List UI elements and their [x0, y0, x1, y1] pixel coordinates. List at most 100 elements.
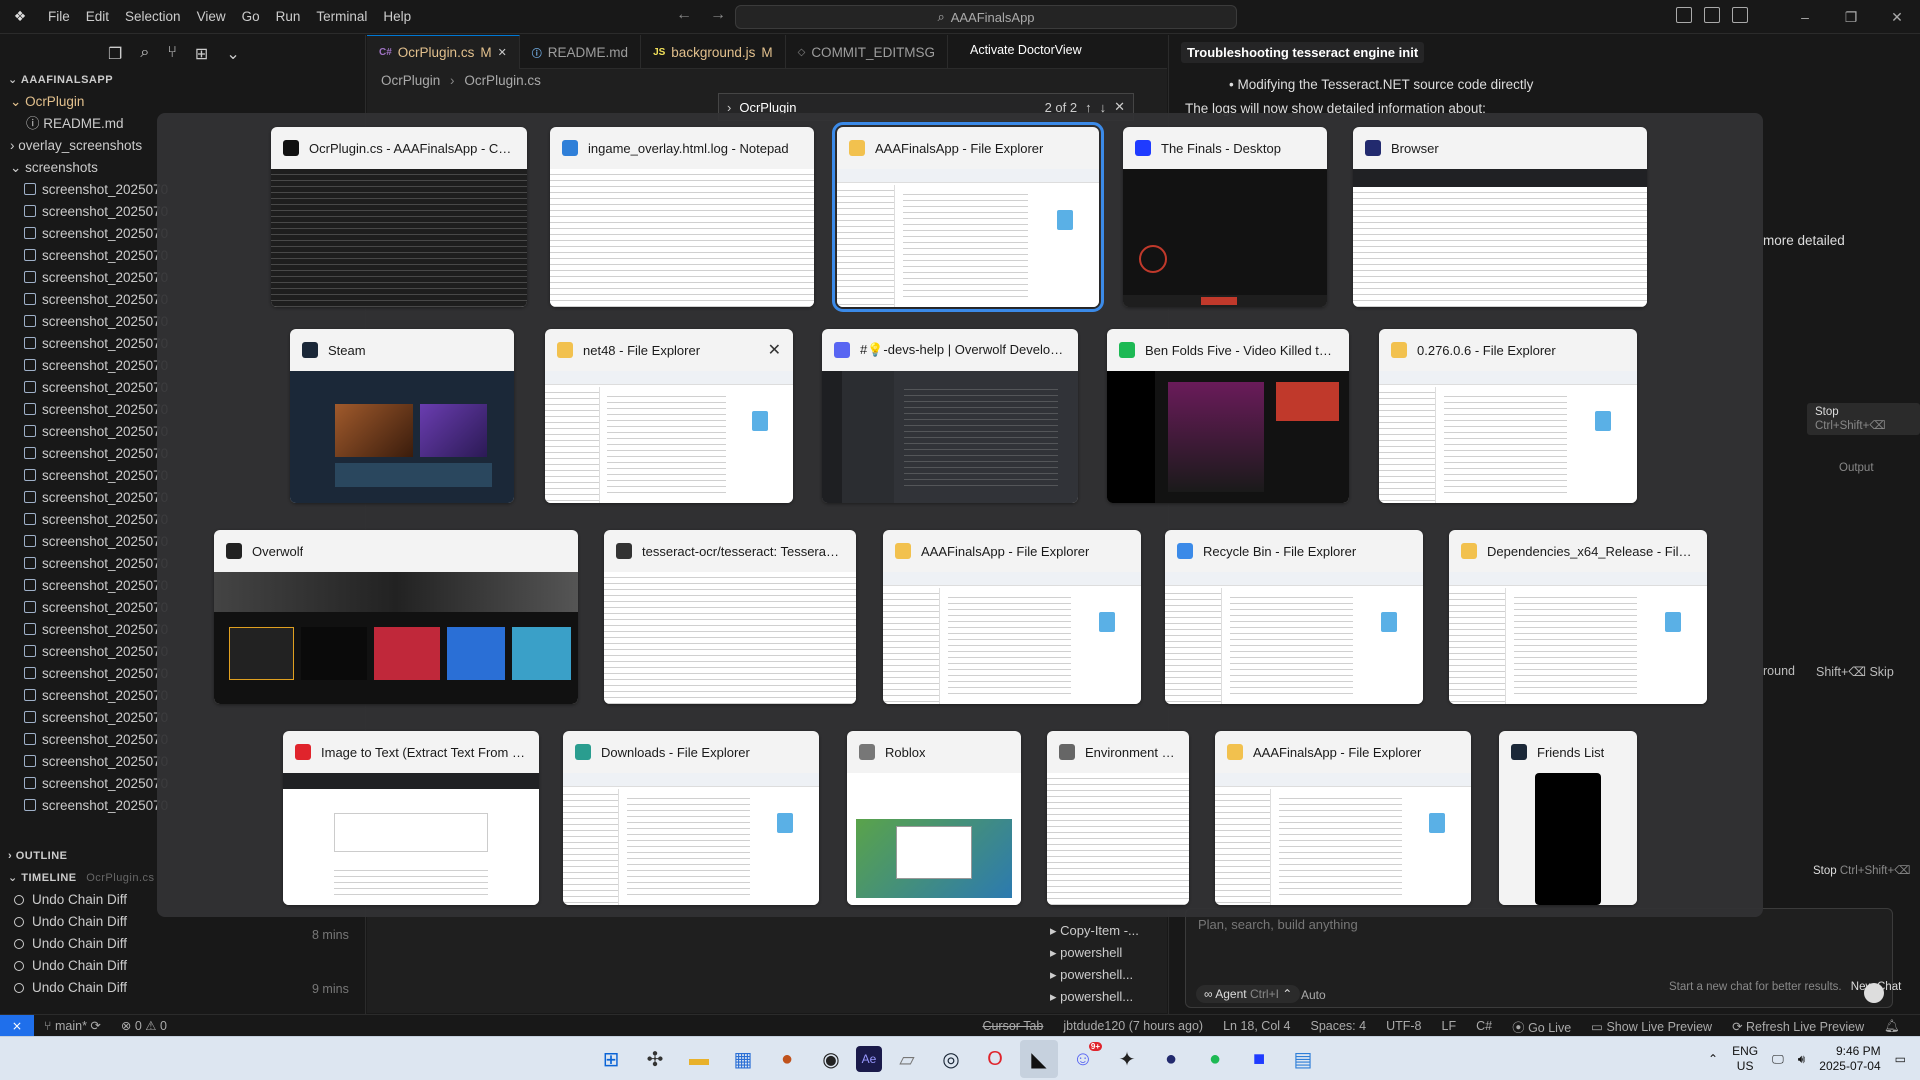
eol[interactable]: LF: [1432, 1019, 1467, 1033]
window-thumbnail[interactable]: Friends List: [1499, 731, 1637, 905]
timeline-item[interactable]: Undo Chain Diff: [0, 955, 366, 977]
files-icon[interactable]: ❐: [108, 44, 122, 69]
menu-run[interactable]: Run: [268, 0, 309, 34]
window-thumbnail[interactable]: 0.276.0.6 - File Explorer: [1379, 329, 1637, 503]
restore-icon[interactable]: ❐: [1828, 0, 1874, 34]
close-icon[interactable]: ✕: [1874, 0, 1920, 34]
menu-file[interactable]: File: [40, 0, 78, 34]
window-thumbnail[interactable]: Recycle Bin - File Explorer: [1165, 530, 1423, 704]
volume-icon[interactable]: 🔊︎: [1798, 1052, 1806, 1067]
terminal-item[interactable]: ▸ powershell...: [1050, 986, 1139, 1008]
window-thumbnail[interactable]: Environment Va...: [1047, 731, 1189, 905]
editor-tab[interactable]: ◇ COMMIT_EDITMSG: [786, 35, 949, 69]
git-blame[interactable]: jbtdude120 (7 hours ago): [1053, 1019, 1213, 1033]
go-live-button[interactable]: ⦿ Go Live: [1502, 1017, 1581, 1036]
menu-edit[interactable]: Edit: [78, 0, 117, 34]
cursor-icon[interactable]: ◣: [1020, 1040, 1058, 1078]
agent-mode-selector[interactable]: ∞ Agent Ctrl+I ⌃: [1196, 985, 1301, 1003]
window-thumbnail[interactable]: Browser: [1353, 127, 1647, 307]
editor-tab[interactable]: JS background.js M: [641, 35, 786, 69]
window-thumbnail[interactable]: #💡-devs-help | Overwolf Developers...: [822, 329, 1078, 503]
window-thumbnail[interactable]: AAAFinalsApp - File Explorer: [883, 530, 1141, 704]
app-icon[interactable]: ▱: [888, 1040, 926, 1078]
stop-button[interactable]: Stop Ctrl+Shift+⌫: [1807, 403, 1920, 435]
toggle-sidebar-icon[interactable]: [1676, 7, 1692, 23]
menu-view[interactable]: View: [189, 0, 234, 34]
live-preview-button[interactable]: ▭ Show Live Preview: [1581, 1019, 1722, 1034]
start-icon[interactable]: ⊞: [592, 1040, 630, 1078]
menu-terminal[interactable]: Terminal: [308, 0, 375, 34]
window-thumbnail[interactable]: AAAFinalsApp - File Explorer: [1215, 731, 1471, 905]
toggle-panel-icon[interactable]: [1704, 7, 1720, 23]
browser-icon[interactable]: ●: [1152, 1040, 1190, 1078]
close-icon[interactable]: ✕: [498, 46, 507, 59]
window-thumbnail[interactable]: Ben Folds Five - Video Killed the R...: [1107, 329, 1349, 503]
breadcrumb-file[interactable]: OcrPlugin.cs: [464, 73, 541, 88]
overwolf-icon[interactable]: ✦: [1108, 1040, 1146, 1078]
indentation[interactable]: Spaces: 4: [1300, 1019, 1376, 1033]
terminal-item[interactable]: ▸ powershell...: [1050, 964, 1139, 986]
back-arrow-icon[interactable]: ←: [676, 6, 692, 24]
forward-arrow-icon[interactable]: →: [710, 6, 726, 24]
window-thumbnail[interactable]: Downloads - File Explorer: [563, 731, 819, 905]
window-thumbnail[interactable]: Roblox: [847, 731, 1021, 905]
obs-icon[interactable]: ◉: [812, 1040, 850, 1078]
window-thumbnail[interactable]: OcrPlugin.cs - AAAFinalsApp - Cursor: [271, 127, 527, 307]
explorer-root-title[interactable]: ⌄ AAAFINALSAPP: [0, 69, 365, 91]
editor-tab[interactable]: C# OcrPlugin.cs M ✕: [367, 35, 520, 69]
language-mode[interactable]: C#: [1466, 1019, 1502, 1033]
notification-icon[interactable]: ▭: [1895, 1052, 1906, 1066]
after-effects-icon[interactable]: Ae: [856, 1046, 882, 1072]
notepad-icon[interactable]: ▤: [1284, 1040, 1322, 1078]
extensions-icon[interactable]: ⊞: [195, 44, 208, 69]
chevron-down-icon[interactable]: ⌄: [226, 44, 239, 69]
app-icon[interactable]: ✣: [636, 1040, 674, 1078]
command-center-search[interactable]: ⌕ AAAFinalsApp: [735, 5, 1237, 29]
opera-icon[interactable]: O: [976, 1040, 1014, 1078]
menu-selection[interactable]: Selection: [117, 0, 189, 34]
steam-icon[interactable]: ◎: [932, 1040, 970, 1078]
the-finals-icon[interactable]: ■: [1240, 1040, 1278, 1078]
terminal-item[interactable]: ▸ powershell: [1050, 942, 1139, 964]
close-icon[interactable]: ✕: [768, 340, 781, 360]
breadcrumb-folder[interactable]: OcrPlugin: [381, 73, 440, 88]
cursor-position[interactable]: Ln 18, Col 4: [1213, 1019, 1300, 1033]
window-thumbnail[interactable]: The Finals - Desktop: [1123, 127, 1327, 307]
cursor-tab-status[interactable]: Cursor Tab: [972, 1019, 1053, 1033]
terminal-item[interactable]: ▸ Copy-Item -...: [1050, 920, 1139, 942]
store-icon[interactable]: ▦: [724, 1040, 762, 1078]
stop-button-2[interactable]: Stop Ctrl+Shift+⌫: [1805, 860, 1918, 880]
network-icon[interactable]: 🖵︎: [1772, 1052, 1784, 1067]
branch-indicator[interactable]: ⑂ main* ⟳: [34, 1018, 111, 1033]
spotify-icon[interactable]: ●: [1196, 1040, 1234, 1078]
editor-tab[interactable]: ⓘ README.md: [520, 35, 642, 69]
minimize-icon[interactable]: –: [1782, 0, 1828, 34]
menu-help[interactable]: Help: [375, 0, 419, 34]
window-thumbnail[interactable]: Steam: [290, 329, 514, 503]
file-explorer-icon[interactable]: ▬: [680, 1040, 718, 1078]
menu-go[interactable]: Go: [234, 0, 268, 34]
model-selector[interactable]: Auto: [1301, 988, 1326, 1002]
timeline-section[interactable]: ⌄ TIMELINE OcrPlugin.cs: [0, 867, 155, 889]
window-thumbnail[interactable]: tesseract-ocr/tesseract: Tesseract O...: [604, 530, 856, 704]
window-thumbnail[interactable]: Overwolf: [214, 530, 578, 704]
tree-item[interactable]: ⌄ OcrPlugin: [0, 91, 365, 113]
source-control-icon[interactable]: ⑂: [167, 44, 177, 69]
remote-icon[interactable]: ⨯: [0, 1014, 34, 1037]
output-tab[interactable]: Output: [1831, 459, 1882, 477]
outline-section[interactable]: › OUTLINE: [0, 845, 68, 867]
encoding[interactable]: UTF-8: [1376, 1019, 1431, 1033]
window-thumbnail[interactable]: net48 - File Explorer ✕: [545, 329, 793, 503]
search-icon[interactable]: ⌕: [140, 44, 149, 69]
window-thumbnail[interactable]: ingame_overlay.html.log - Notepad: [550, 127, 814, 307]
window-thumbnail[interactable]: AAAFinalsApp - File Explorer: [832, 122, 1104, 312]
new-chat-button[interactable]: New Chat: [1851, 981, 1902, 993]
chat-composer[interactable]: Plan, search, build anything ∞ Agent Ctr…: [1185, 908, 1893, 1008]
refresh-preview-button[interactable]: ⟳ Refresh Live Preview: [1722, 1019, 1874, 1034]
bell-icon[interactable]: 🔔︎: [1874, 1019, 1910, 1034]
window-thumbnail[interactable]: Image to Text (Extract Text From Ima...: [283, 731, 539, 905]
clock[interactable]: 9:46 PM 2025-07-04: [1819, 1044, 1880, 1074]
game-icon[interactable]: ●: [768, 1040, 806, 1078]
discord-icon[interactable]: ☺ 9+: [1064, 1040, 1102, 1078]
toggle-secondary-sidebar-icon[interactable]: [1732, 7, 1748, 23]
